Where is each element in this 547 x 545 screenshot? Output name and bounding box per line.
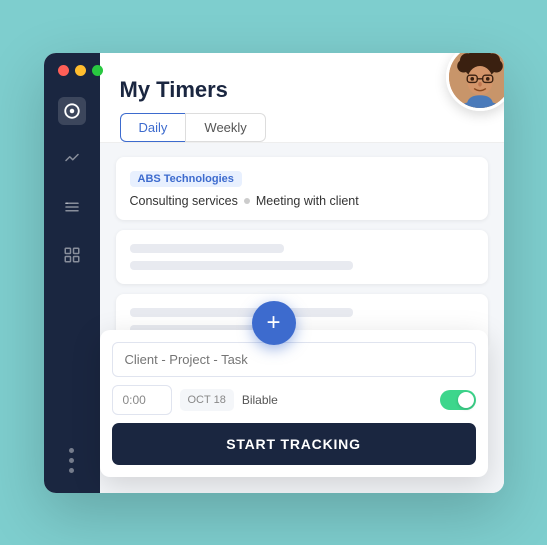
tabs: Daily Weekly (120, 113, 484, 142)
sidebar-dot (69, 448, 74, 453)
sidebar (44, 53, 100, 493)
sidebar-item-list[interactable] (58, 193, 86, 221)
start-tracking-button[interactable]: START TRACKING (112, 423, 476, 465)
card-separator-dot (244, 198, 250, 204)
page-title: My Timers (120, 77, 484, 103)
timer-card: ABS Technologies Consulting services Mee… (116, 157, 488, 220)
bilable-label: Bilable (242, 393, 278, 407)
new-timer-popup: OCT 18 Bilable START TRACKING (100, 330, 488, 477)
service-label: Consulting services (130, 194, 238, 208)
bilable-toggle[interactable] (440, 390, 476, 410)
main-header: My Timers Daily Weekly (100, 53, 504, 143)
time-input[interactable] (112, 385, 172, 415)
sidebar-dots (69, 448, 74, 473)
bilable-toggle-container (440, 390, 476, 410)
avatar-image (449, 53, 504, 108)
toggle-knob (458, 392, 474, 408)
skeleton-line (130, 308, 354, 317)
sidebar-item-chart[interactable] (58, 145, 86, 173)
add-timer-button[interactable]: + (252, 301, 296, 345)
popup-row: OCT 18 Bilable (112, 385, 476, 415)
tab-weekly[interactable]: Weekly (185, 113, 265, 142)
skeleton-line (130, 244, 285, 253)
sidebar-dot (69, 468, 74, 473)
tab-daily[interactable]: Daily (120, 113, 186, 142)
card-row: Consulting services Meeting with client (130, 194, 474, 208)
task-input[interactable] (112, 342, 476, 377)
date-badge: OCT 18 (180, 389, 234, 411)
sidebar-dot (69, 458, 74, 463)
sidebar-item-grid[interactable] (58, 241, 86, 269)
maximize-icon[interactable] (92, 65, 103, 76)
skeleton-card-1 (116, 230, 488, 284)
app-window: My Timers Daily Weekly ABS Technologies … (44, 53, 504, 493)
close-icon[interactable] (58, 65, 69, 76)
card-tag: ABS Technologies (130, 171, 242, 187)
titlebar (58, 65, 103, 76)
meeting-label: Meeting with client (256, 194, 359, 208)
minimize-icon[interactable] (75, 65, 86, 76)
sidebar-item-timer[interactable] (58, 97, 86, 125)
skeleton-line (130, 261, 354, 270)
